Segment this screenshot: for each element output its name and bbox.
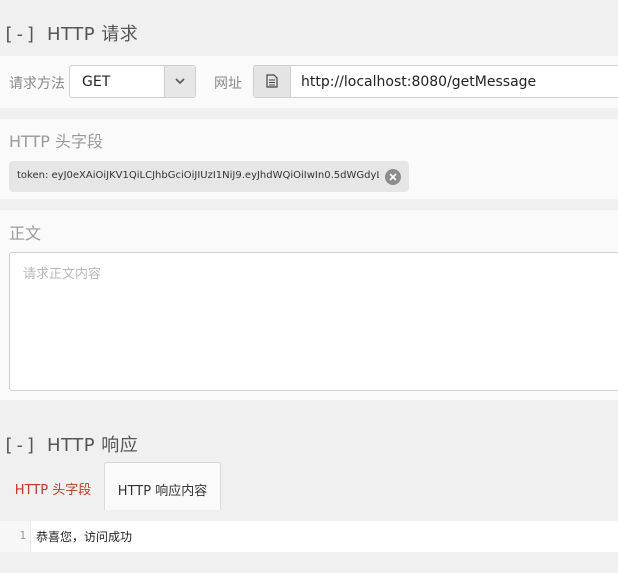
- response-title-text: HTTP 响应: [47, 435, 139, 456]
- url-input[interactable]: http://localhost:8080/getMessage: [301, 74, 536, 90]
- request-headers-panel: HTTP 头字段 token: eyJ0eXAiOiJKV1QiLCJhbGci…: [0, 119, 618, 199]
- request-body-placeholder: 请求正文内容: [23, 267, 102, 282]
- method-select[interactable]: GET: [69, 65, 196, 98]
- close-icon: [389, 173, 397, 181]
- request-title-text: HTTP 请求: [47, 24, 139, 45]
- request-body-textarea[interactable]: 请求正文内容: [9, 252, 618, 391]
- request-line-panel: 请求方法 GET 网址 http://localhost:8080/getMes…: [0, 56, 618, 108]
- request-body-heading: 正文: [9, 224, 42, 243]
- request-headers-heading: HTTP 头字段: [9, 132, 104, 151]
- url-label: 网址: [214, 76, 242, 92]
- document-icon: [266, 74, 278, 88]
- line-number: 1: [19, 529, 26, 542]
- tab-response-body[interactable]: HTTP 响应内容: [104, 462, 221, 510]
- header-chip-text: token: eyJ0eXAiOiJKV1QiLCJhbGciOiJIUzI1N…: [17, 170, 379, 181]
- response-collapse-toggle[interactable]: [-]: [3, 435, 37, 456]
- header-chip[interactable]: token: eyJ0eXAiOiJKV1QiLCJhbGciOiJIUzI1N…: [9, 161, 409, 192]
- method-select-value: GET: [82, 74, 111, 90]
- method-select-toggle[interactable]: [164, 66, 195, 97]
- tab-response-headers-label: HTTP 头字段: [14, 483, 92, 498]
- request-collapse-toggle[interactable]: [-]: [3, 24, 37, 45]
- line-number-gutter: 1: [0, 521, 31, 552]
- url-addon: [254, 66, 291, 97]
- response-section-title[interactable]: [-] HTTP 响应: [3, 431, 138, 457]
- response-content-editor[interactable]: 1 恭喜您，访问成功: [0, 521, 618, 552]
- header-chip-remove-button[interactable]: [385, 169, 401, 185]
- tab-response-body-label: HTTP 响应内容: [117, 484, 208, 499]
- method-label: 请求方法: [9, 76, 65, 92]
- request-section-title[interactable]: [-] HTTP 请求: [3, 20, 138, 46]
- response-line-text: 恭喜您，访问成功: [36, 530, 133, 544]
- tab-response-headers[interactable]: HTTP 头字段: [5, 462, 101, 510]
- chevron-down-icon: [175, 78, 185, 85]
- url-input-group[interactable]: http://localhost:8080/getMessage: [253, 65, 618, 98]
- request-body-panel: 正文 请求正文内容: [0, 210, 618, 400]
